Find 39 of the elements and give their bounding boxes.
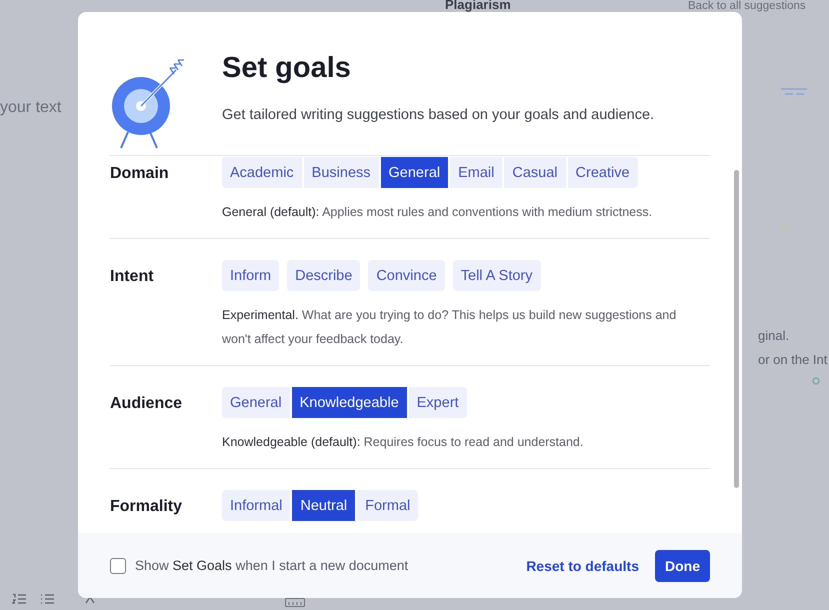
- keyboard-icon[interactable]: [285, 598, 305, 607]
- section-label: Formality: [110, 497, 184, 517]
- numbered-list-icon[interactable]: [12, 593, 26, 605]
- option-button[interactable]: General: [380, 157, 448, 188]
- checkbox[interactable]: [110, 558, 126, 574]
- option-button[interactable]: Academic: [222, 157, 302, 188]
- section-label: Domain: [110, 164, 170, 184]
- option-button[interactable]: Expert: [408, 387, 467, 418]
- option-button[interactable]: Business: [304, 157, 379, 188]
- scrollbar[interactable]: [734, 170, 739, 488]
- circle-icon: [812, 377, 820, 385]
- section-description: General (default): Applies most rules and conventions with medium strictness.: [222, 204, 654, 221]
- dash-lines-icon: [781, 88, 807, 96]
- body-text: ginal.: [758, 328, 790, 343]
- section-label: Intent: [110, 267, 155, 287]
- option-button[interactable]: Email: [450, 157, 502, 188]
- option-button[interactable]: Describe: [287, 260, 360, 291]
- section-label: Audience: [110, 394, 184, 414]
- section-description: Knowledgeable (default): Requires focus to read and understand.: [222, 434, 584, 451]
- back-link[interactable]: Back to all suggestions: [688, 0, 806, 12]
- option-button[interactable]: Knowledgeable: [292, 387, 407, 418]
- dialog-title: Set goals: [222, 52, 352, 85]
- done-button[interactable]: Done: [655, 550, 710, 582]
- option-button[interactable]: Creative: [568, 157, 638, 188]
- option-button[interactable]: Informal: [222, 490, 290, 521]
- option-button[interactable]: General: [222, 387, 290, 418]
- option-button[interactable]: Tell A Story: [452, 260, 540, 291]
- option-button[interactable]: Casual: [504, 157, 566, 188]
- caret-icon[interactable]: [85, 596, 95, 604]
- bullet-list-icon[interactable]: [40, 593, 54, 605]
- dialog-subtitle: Get tailored writing suggestions based on your goals and audience.: [222, 107, 654, 123]
- option-button[interactable]: Neutral: [292, 490, 356, 521]
- option-button[interactable]: Formal: [357, 490, 418, 521]
- section-description: Experimental. What are you trying to do? This helps us build new suggestions and won't affect your feedback today.: [222, 307, 678, 348]
- option-button[interactable]: Convince: [368, 260, 445, 291]
- reset-button[interactable]: Reset to defaults: [522, 554, 643, 578]
- option-button[interactable]: Inform: [222, 260, 280, 291]
- body-text: or on the Int: [758, 352, 828, 367]
- checkbox-label: Show Set Goals when I start a new document: [135, 558, 408, 573]
